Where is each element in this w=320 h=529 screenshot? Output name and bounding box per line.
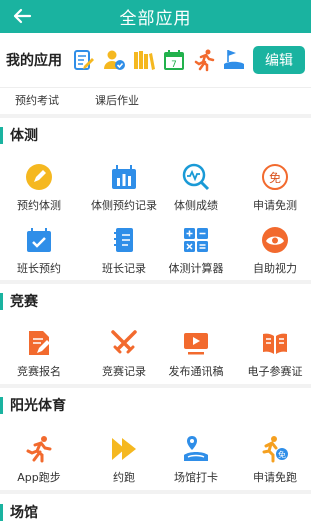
stadium-flag-icon[interactable] xyxy=(222,48,246,72)
runner-icon[interactable] xyxy=(192,48,216,72)
back-arrow-icon[interactable] xyxy=(10,4,34,28)
section-header-test: 体测 xyxy=(0,120,311,150)
tile-label: 班长记录 xyxy=(102,262,146,275)
tile-test-scores[interactable]: 体侧成绩 xyxy=(157,162,235,214)
section-accent-bar xyxy=(0,292,3,310)
tile-label: 竞赛记录 xyxy=(102,365,146,378)
tile-book-test[interactable]: 预约体测 xyxy=(0,162,78,214)
books-icon[interactable] xyxy=(132,48,156,72)
tile-label: 体侧成绩 xyxy=(174,199,218,212)
tile-label: 电子参赛证 xyxy=(247,365,303,378)
my-apps-bar: 我的应用 7 编辑 xyxy=(0,33,311,88)
tile-group-run[interactable]: 约跑 xyxy=(85,434,163,486)
tile-label: 申请免跑 xyxy=(253,471,297,484)
tile-monitor-booking[interactable]: 班长预约 xyxy=(0,225,78,277)
notebook-icon xyxy=(109,225,139,255)
calendar-check-icon xyxy=(24,225,54,255)
tile-label: 自助视力 xyxy=(253,262,297,275)
divider xyxy=(0,384,311,388)
edit-button[interactable]: 编辑 xyxy=(253,46,305,74)
location-stadium-icon xyxy=(181,434,211,464)
tile-label: 申请免测 xyxy=(253,199,297,212)
section-accent-bar xyxy=(0,126,3,144)
tile-label: 体测计算器 xyxy=(168,262,224,275)
section-header-competition: 竞赛 xyxy=(0,286,311,316)
tile-exempt-run[interactable]: 免 申请免跑 xyxy=(236,434,314,486)
divider xyxy=(0,114,311,118)
tile-app-running[interactable]: App跑步 xyxy=(0,434,78,486)
tile-label: 竞赛报名 xyxy=(17,365,61,378)
crossed-swords-icon xyxy=(109,328,139,358)
fast-forward-icon xyxy=(109,434,139,464)
eye-icon xyxy=(260,225,290,255)
open-book-icon xyxy=(260,328,290,358)
divider xyxy=(0,490,311,494)
prev-item-exam[interactable]: 预约考试 xyxy=(15,92,59,108)
document-pen-icon xyxy=(24,328,54,358)
tile-monitor-records[interactable]: 班长记录 xyxy=(85,225,163,277)
my-apps-icons: 7 xyxy=(72,48,246,72)
previous-row: 预约考试 课后作业 xyxy=(0,88,311,114)
tile-exempt-test[interactable]: 免 申请免测 xyxy=(236,162,314,214)
tile-publish-news[interactable]: 发布通讯稿 xyxy=(157,328,235,380)
top-bar: 全部应用 xyxy=(0,0,311,33)
tile-venue-checkin[interactable]: 场馆打卡 xyxy=(157,434,235,486)
tile-label: 发布通讯稿 xyxy=(168,365,224,378)
tile-label: 体侧预约记录 xyxy=(91,199,157,212)
tile-test-calculator[interactable]: 体测计算器 xyxy=(157,225,235,277)
user-check-icon[interactable] xyxy=(102,48,126,72)
tile-competition-records[interactable]: 竞赛记录 xyxy=(85,328,163,380)
svg-text:免: 免 xyxy=(269,170,281,185)
edit-note-icon[interactable] xyxy=(72,48,96,72)
my-apps-label: 我的应用 xyxy=(6,53,62,69)
calendar-icon[interactable]: 7 xyxy=(162,48,186,72)
bar-chart-icon xyxy=(109,162,139,192)
prev-item-homework[interactable]: 课后作业 xyxy=(95,92,139,108)
tile-self-vision[interactable]: 自助视力 xyxy=(236,225,314,277)
svg-text:7: 7 xyxy=(171,60,177,70)
exempt-badge-icon: 免 xyxy=(260,162,290,192)
section-title: 竞赛 xyxy=(10,294,38,310)
tile-label: 场馆打卡 xyxy=(174,471,218,484)
calculator-icon xyxy=(181,225,211,255)
section-title: 阳光体育 xyxy=(10,398,66,414)
divider xyxy=(0,280,311,284)
tile-label: 约跑 xyxy=(113,471,135,484)
runner-icon xyxy=(24,434,54,464)
svg-text:免: 免 xyxy=(278,450,286,460)
section-header-sunshine-sports: 阳光体育 xyxy=(0,390,311,420)
section-title: 场馆 xyxy=(10,505,38,521)
tile-label: 预约体测 xyxy=(17,199,61,212)
section-accent-bar xyxy=(0,396,3,414)
runner-exempt-icon: 免 xyxy=(260,434,290,464)
page-title: 全部应用 xyxy=(119,9,192,29)
tile-label: App跑步 xyxy=(17,471,61,484)
section-header-venue: 场馆 xyxy=(0,497,311,527)
tile-label: 班长预约 xyxy=(17,262,61,275)
video-play-icon xyxy=(181,328,211,358)
tile-competition-signup[interactable]: 竞赛报名 xyxy=(0,328,78,380)
section-accent-bar xyxy=(0,503,3,521)
tile-test-records[interactable]: 体侧预约记录 xyxy=(85,162,163,214)
section-title: 体测 xyxy=(10,128,38,144)
pulse-search-icon xyxy=(181,162,211,192)
pencil-circle-icon xyxy=(24,162,54,192)
tile-e-entry-pass[interactable]: 电子参赛证 xyxy=(236,328,314,380)
